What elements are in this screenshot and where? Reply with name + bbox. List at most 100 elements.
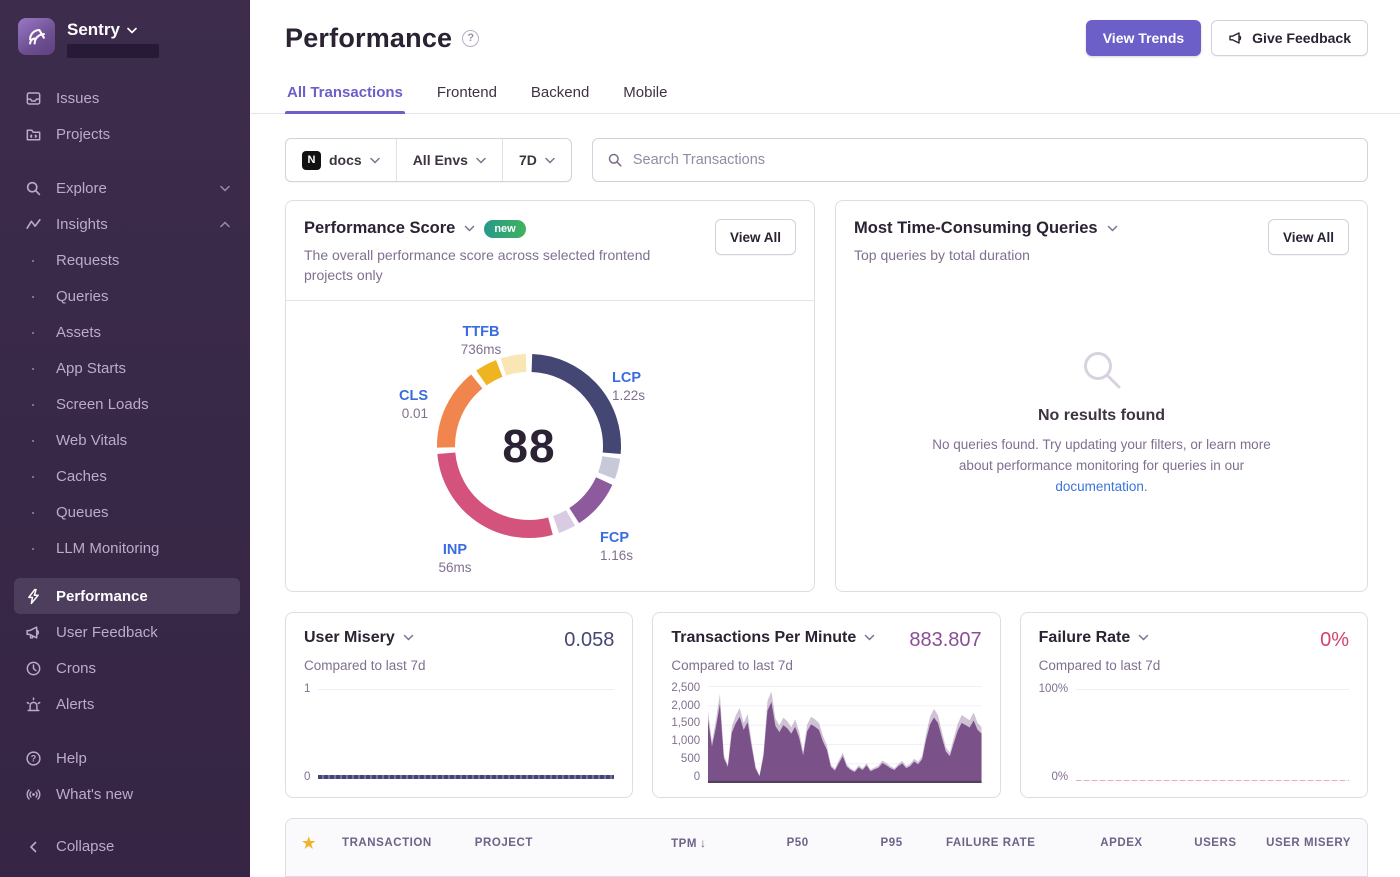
sidebar-item-label: Queues <box>56 504 109 521</box>
failure-rate-value: 0% <box>1320 629 1349 652</box>
environment-filter-value: All Envs <box>413 152 468 168</box>
sidebar-item-label: What's new <box>56 786 133 803</box>
chevron-down-icon[interactable] <box>864 634 875 641</box>
column-header-users[interactable]: USERS <box>1143 837 1237 849</box>
chevron-down-icon[interactable] <box>1107 225 1118 232</box>
filter-bar: N docs All Envs 7D <box>250 138 1400 182</box>
column-header-user-misery[interactable]: USER MISERY <box>1237 837 1351 849</box>
sidebar-item-llm-monitoring[interactable]: · LLM Monitoring <box>14 530 240 566</box>
sidebar-item-app-starts[interactable]: · App Starts <box>14 350 240 386</box>
sidebar-item-queues[interactable]: · Queues <box>14 494 240 530</box>
tab-all-transactions[interactable]: All Transactions <box>285 78 405 113</box>
collapse-label: Collapse <box>56 838 114 855</box>
metric-label-ttfb: TTFB 736ms <box>438 323 524 359</box>
sidebar-item-web-vitals[interactable]: · Web Vitals <box>14 422 240 458</box>
y-axis-label: 100% <box>1039 683 1068 695</box>
sidebar-item-label: Performance <box>56 588 148 605</box>
sidebar-item-label: User Feedback <box>56 624 158 641</box>
give-feedback-button[interactable]: Give Feedback <box>1211 20 1368 56</box>
sidebar-item-issues[interactable]: Issues <box>14 80 240 116</box>
page-title: Performance <box>285 23 452 54</box>
sidebar-item-help[interactable]: ? Help <box>14 740 240 776</box>
sidebar-item-user-feedback[interactable]: User Feedback <box>14 614 240 650</box>
documentation-link[interactable]: documentation <box>1055 479 1144 494</box>
sidebar-item-label: LLM Monitoring <box>56 540 159 557</box>
card-title: Failure Rate <box>1039 629 1131 647</box>
sidebar-item-projects[interactable]: Projects <box>14 116 240 152</box>
metric-label-fcp: FCP 1.16s <box>600 529 633 565</box>
column-header-p50[interactable]: P50 <box>707 837 809 849</box>
chevron-down-icon <box>545 157 555 164</box>
sidebar-item-performance[interactable]: Performance <box>14 578 240 614</box>
card-title: Transactions Per Minute <box>671 629 856 647</box>
date-range-filter[interactable]: 7D <box>502 139 571 181</box>
sidebar-item-label: Web Vitals <box>56 432 127 449</box>
divider <box>14 812 240 830</box>
chevron-down-icon <box>476 157 486 164</box>
tpm-chart: 2,500 2,000 1,500 1,000 500 0 <box>671 683 981 783</box>
search-input[interactable] <box>633 152 1353 168</box>
chevron-down-icon <box>370 157 380 164</box>
card-subtitle: Compared to last 7d <box>671 658 981 673</box>
sidebar-item-insights[interactable]: Insights <box>14 206 240 242</box>
sidebar-item-screen-loads[interactable]: · Screen Loads <box>14 386 240 422</box>
sidebar-item-caches[interactable]: · Caches <box>14 458 240 494</box>
org-switcher[interactable]: Sentry <box>14 14 240 66</box>
sidebar-item-whats-new[interactable]: What's new <box>14 776 240 812</box>
page-filters: N docs All Envs 7D <box>285 138 572 182</box>
failure-rate-chart: 100% 0% <box>1039 683 1349 783</box>
lightning-icon <box>24 588 42 605</box>
chevron-down-icon[interactable] <box>1138 634 1149 641</box>
environment-filter[interactable]: All Envs <box>396 139 502 181</box>
view-all-button[interactable]: View All <box>715 219 796 255</box>
card-title: Performance Score <box>304 219 455 238</box>
chevron-down-icon[interactable] <box>464 225 475 232</box>
tab-frontend[interactable]: Frontend <box>435 78 499 113</box>
sidebar-item-assets[interactable]: · Assets <box>14 314 240 350</box>
bullet-icon: · <box>24 399 42 409</box>
sidebar-item-crons[interactable]: Crons <box>14 650 240 686</box>
column-header-transaction[interactable]: TRANSACTION <box>342 837 475 849</box>
metric-label-lcp: LCP 1.22s <box>612 369 645 405</box>
tab-backend[interactable]: Backend <box>529 78 591 113</box>
star-icon[interactable]: ★ <box>302 834 342 852</box>
chevron-down-icon <box>220 185 230 192</box>
project-filter-value: docs <box>329 152 362 168</box>
help-icon[interactable]: ? <box>462 30 479 47</box>
tab-mobile[interactable]: Mobile <box>621 78 669 113</box>
performance-score-chart: 88 TTFB 736ms CLS 0.01 LCP 1.22s <box>286 300 814 591</box>
chevron-down-icon[interactable] <box>403 634 414 641</box>
sidebar-item-queries[interactable]: · Queries <box>14 278 240 314</box>
column-header-project[interactable]: PROJECT <box>475 837 600 849</box>
column-header-tpm[interactable]: TPM↓ <box>599 836 706 850</box>
column-header-apdex[interactable]: APDEX <box>1035 837 1142 849</box>
sidebar-item-label: Crons <box>56 660 96 677</box>
y-axis-label: 1,500 <box>671 718 700 730</box>
nextjs-platform-icon: N <box>302 151 321 170</box>
y-axis-label: 2,000 <box>671 701 700 713</box>
sidebar-item-requests[interactable]: · Requests <box>14 242 240 278</box>
sidebar-collapse-button[interactable]: Collapse <box>14 830 240 863</box>
svg-text:?: ? <box>30 753 36 763</box>
card-description: The overall performance score across sel… <box>304 245 684 286</box>
column-header-failure-rate[interactable]: FAILURE RATE <box>903 837 1036 849</box>
sidebar-item-label: Help <box>56 750 87 767</box>
org-subtitle-redacted <box>67 44 159 58</box>
column-header-p95[interactable]: P95 <box>809 837 903 849</box>
view-trends-button[interactable]: View Trends <box>1086 20 1201 56</box>
search-empty-icon <box>1079 347 1125 393</box>
metric-label-inp: INP 56ms <box>424 541 486 577</box>
sidebar-item-explore[interactable]: Explore <box>14 170 240 206</box>
sidebar-item-label: Insights <box>56 216 108 233</box>
sidebar-item-alerts[interactable]: Alerts <box>14 686 240 722</box>
new-badge: new <box>484 220 525 238</box>
search-icon <box>607 152 623 168</box>
project-filter[interactable]: N docs <box>286 139 396 181</box>
megaphone-icon <box>24 624 42 641</box>
view-all-button[interactable]: View All <box>1268 219 1349 255</box>
bullet-icon: · <box>24 255 42 265</box>
bullet-icon: · <box>24 543 42 553</box>
projects-icon <box>24 126 42 143</box>
sidebar-item-label: Screen Loads <box>56 396 149 413</box>
performance-score-card: Performance Score new The overall perfor… <box>285 200 815 592</box>
